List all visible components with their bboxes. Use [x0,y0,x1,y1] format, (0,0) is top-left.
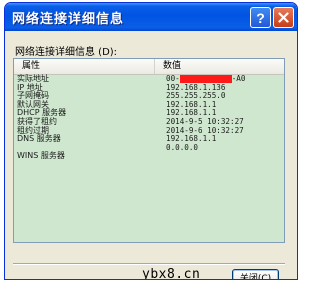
redaction-bar [179,75,232,83]
details-group-label: 网络连接详细信息 (D): [15,47,118,58]
list-row[interactable]: 实际地址 00- -A0 [14,74,284,84]
row-property: WINS 服务器 [17,151,65,161]
close-x-icon [278,12,289,23]
details-list[interactable]: 属性 数值 实际地址 00- -A0 IP 地址 192.168.1.136 子网掩码 25… [13,58,285,243]
list-header: 属性 数值 [14,59,284,75]
close-window-button[interactable] [273,7,294,28]
list-row[interactable]: WINS 服务器 [14,152,284,161]
network-connection-details-dialog: 网络连接详细信息 ? 网络连接详细信息 (D): 属性 数值 实际地址 00- -A… [4,2,298,280]
watermark-text: ybx8.cn [142,267,201,280]
divider [13,263,285,265]
list-row[interactable]: IP 地址 192.168.1.136 [14,83,284,93]
column-header-value[interactable]: 数值 [155,59,284,74]
dialog-title: 网络连接详细信息 [12,11,125,27]
list-row[interactable]: 子网掩码 255.255.255.0 [14,92,284,101]
mac-suffix: -A0 [231,74,246,83]
list-row[interactable]: DNS 服务器 192.168.1.1 [14,135,284,144]
row-value: 0.0.0.0 [166,142,199,152]
help-button[interactable]: ? [250,7,271,28]
list-rows: 实际地址 00- -A0 IP 地址 192.168.1.136 子网掩码 255.255.… [14,74,284,161]
mac-prefix: 00- [166,74,180,83]
title-bar[interactable]: 网络连接详细信息 ? [5,3,297,31]
dialog-content: 网络连接详细信息 (D): 属性 数值 实际地址 00- -A0 IP 地址 192.1… [5,31,297,280]
column-header-property[interactable]: 属性 [14,59,155,74]
close-button[interactable]: 关闭(C) [232,269,279,279]
row-value [155,152,284,161]
row-property: DNS 服务器 [17,134,61,144]
question-mark-icon: ? [256,9,265,26]
